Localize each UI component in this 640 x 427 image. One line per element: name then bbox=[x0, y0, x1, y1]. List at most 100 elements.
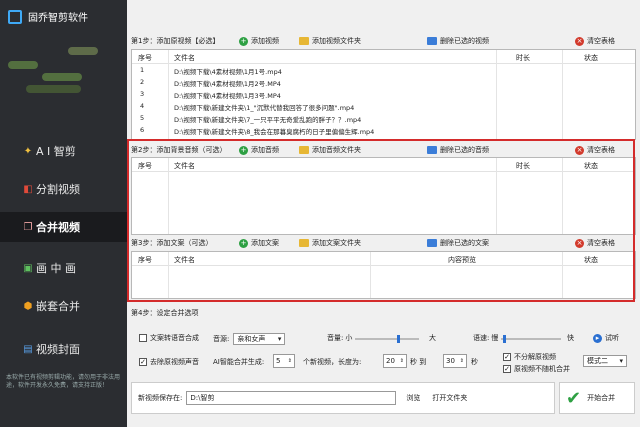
table-row[interactable]: 5 D:\视频下载\新建文件夹\7_一只平平无奇爱乱跑的胖子？？.mp4 bbox=[132, 112, 635, 124]
delete-selected-audio-button[interactable]: 删除已选的音频 bbox=[427, 145, 489, 155]
speed-fast-label: 快 bbox=[567, 334, 574, 342]
step4-label: 第4步：设定合并选项 bbox=[131, 309, 199, 317]
speed-slider-knob[interactable] bbox=[503, 335, 506, 343]
sidebar-item-pip[interactable]: ▣ 画 中 画 bbox=[0, 253, 127, 283]
col-index: 序号 bbox=[138, 54, 152, 62]
blur-chip bbox=[8, 61, 38, 69]
sidebar-item-split-video[interactable]: ◧ 分割视频 bbox=[0, 174, 127, 204]
tts-checkbox[interactable]: 文案转语音合成 bbox=[139, 333, 199, 343]
add-audio-folder-button[interactable]: 添加音频文件夹 bbox=[299, 145, 361, 155]
open-folder-button[interactable]: 打开文件夹 bbox=[432, 393, 467, 403]
col-filename: 文件名 bbox=[174, 256, 195, 264]
checkbox-box: ✓ bbox=[503, 353, 511, 361]
add-copy-folder-label: 添加文案文件夹 bbox=[312, 239, 361, 247]
voice-source: 音源: 亲和女声 ▾ bbox=[213, 333, 286, 345]
delete-selected-video-button[interactable]: 删除已选的视频 bbox=[427, 36, 489, 46]
sidebar-item-label: 画 中 画 bbox=[36, 262, 76, 275]
check-icon: ✔ bbox=[566, 387, 582, 409]
clear-video-table-button[interactable]: × 清空表格 bbox=[575, 36, 615, 46]
plus-icon: + bbox=[239, 238, 248, 248]
length-max-stepper[interactable]: 30 ⇕ bbox=[443, 354, 467, 368]
sidebar-item-label: 视频封面 bbox=[36, 343, 80, 356]
mode-select[interactable]: 模式二 ▾ bbox=[583, 355, 627, 367]
delete-selected-copy-label: 删除已选的文案 bbox=[440, 239, 489, 247]
add-video-folder-button[interactable]: 添加视频文件夹 bbox=[299, 36, 361, 46]
length-min-stepper[interactable]: 20 ⇕ bbox=[383, 354, 407, 368]
blur-chip bbox=[42, 73, 82, 81]
blurred-ad-area bbox=[8, 33, 119, 108]
col-status: 状态 bbox=[584, 162, 598, 170]
save-label: 新视频保存在: bbox=[138, 394, 183, 402]
volume-slider-knob[interactable] bbox=[397, 335, 400, 343]
voice-label: 音源: bbox=[213, 335, 230, 343]
count-label-wrap: 个新视频，长度为: bbox=[303, 357, 361, 367]
ai-gen-label-wrap: AI智能合并生成: bbox=[213, 357, 264, 367]
row-filename: D:\视频下载\新建文件夹\8_我会在那暮臭腐朽的日子里偏偏生辉.mp4 bbox=[174, 128, 375, 136]
title-bar: 固乔智剪软件 bbox=[0, 0, 127, 33]
stepper-arrows-icon: ⇕ bbox=[287, 358, 292, 364]
screen-icon bbox=[427, 146, 437, 154]
col-duration: 时长 bbox=[516, 54, 530, 62]
plus-icon: + bbox=[239, 145, 248, 155]
no-split-checkbox[interactable]: ✓ 不分解原视频 bbox=[503, 352, 556, 362]
save-path-input[interactable]: D:\智剪 bbox=[186, 391, 397, 405]
clear-copy-table-button[interactable]: × 清空表格 bbox=[575, 238, 615, 248]
table-row[interactable]: 2 D:\视频下载\4素材视频\1月2号.MP4 bbox=[132, 76, 635, 88]
mode-value: 模式二 bbox=[587, 357, 608, 365]
save-row: 新视频保存在: D:\智剪 浏览 打开文件夹 bbox=[131, 382, 555, 414]
browse-button[interactable]: 浏览 bbox=[406, 393, 420, 403]
sidebar-item-video-cover[interactable]: ▤ 视频封面 bbox=[0, 334, 127, 364]
clear-audio-table-button[interactable]: × 清空表格 bbox=[575, 145, 615, 155]
volume-big-label: 大 bbox=[429, 334, 436, 342]
main-panel: 第1步：添加原视频【必选】 + 添加视频 添加视频文件夹 删除已选的视频 × 清空表… bbox=[127, 0, 640, 427]
count-label: 个新视频，长度为: bbox=[303, 358, 362, 366]
delete-selected-copy-button[interactable]: 删除已选的文案 bbox=[427, 238, 489, 248]
picture-in-picture-icon: ▣ bbox=[23, 262, 33, 274]
start-merge-button[interactable]: ✔ 开始合并 bbox=[559, 382, 635, 414]
copy-table: 序号 文件名 内容预览 状态 bbox=[131, 251, 636, 299]
no-random-checkbox[interactable]: ✓ 原视频不随机合并 bbox=[503, 364, 570, 374]
ai-gen-count-stepper[interactable]: 5 ⇕ bbox=[273, 354, 295, 368]
sidebar-item-label: 分割视频 bbox=[36, 183, 80, 196]
voice-select[interactable]: 亲和女声 ▾ bbox=[233, 333, 286, 345]
plus-icon: + bbox=[239, 36, 248, 46]
row-index: 1 bbox=[140, 66, 145, 74]
add-video-button[interactable]: + 添加视频 bbox=[239, 36, 279, 46]
row-index: 6 bbox=[140, 126, 145, 134]
col-index: 序号 bbox=[138, 256, 152, 264]
table-row[interactable]: 3 D:\视频下载\4素材视频\1月3号.MP4 bbox=[132, 88, 635, 100]
nest-shield-icon: ⬢ bbox=[23, 300, 33, 312]
col-status: 状态 bbox=[584, 54, 598, 62]
table-row[interactable]: 4 D:\视频下载\新建文件夹\1_"沉默代替我回答了很多问题".mp4 bbox=[132, 100, 635, 112]
sidebar-item-ai-edit[interactable]: ✦ A I 智剪 bbox=[0, 136, 127, 166]
ai-gen-label: AI智能合并生成: bbox=[213, 358, 265, 366]
speed-slow-label: 慢 bbox=[491, 334, 499, 342]
table-row[interactable]: 1 D:\视频下载\4素材视频\1月1号.mp4 bbox=[132, 64, 635, 76]
speed-fast: 快 bbox=[567, 333, 574, 343]
close-icon: × bbox=[575, 238, 584, 248]
volume-label: 音量: bbox=[327, 334, 344, 342]
add-audio-button[interactable]: + 添加音频 bbox=[239, 145, 279, 155]
col-duration: 时长 bbox=[516, 162, 530, 170]
step2-label: 第2步：添加背景音频（可选） bbox=[131, 146, 227, 154]
folder-icon bbox=[299, 239, 309, 247]
mute-original-checkbox[interactable]: ✓ 去除原视频声音 bbox=[139, 357, 199, 367]
speed-slider[interactable] bbox=[501, 335, 561, 343]
step3-label: 第3步：添加文案（可选） bbox=[131, 239, 213, 247]
add-copy-button[interactable]: + 添加文案 bbox=[239, 238, 279, 248]
table-row[interactable]: 6 D:\视频下载\新建文件夹\8_我会在那暮臭腐朽的日子里偏偏生辉.mp4 bbox=[132, 124, 635, 136]
column-divider bbox=[562, 158, 563, 234]
add-audio-label: 添加音频 bbox=[251, 146, 279, 154]
preview-button[interactable]: ▸ 试听 bbox=[593, 333, 619, 343]
sidebar-item-merge-video[interactable]: ❐ 合并视频 bbox=[0, 212, 127, 242]
blur-chip bbox=[68, 47, 98, 55]
sec-to-wrap: 秒 到 bbox=[410, 357, 426, 367]
volume-slider[interactable] bbox=[355, 335, 419, 343]
sidebar-item-nest-merge[interactable]: ⬢ 嵌套合并 bbox=[0, 291, 127, 321]
checkbox-box: ✓ bbox=[139, 358, 147, 366]
video-table-header: 序号 文件名 时长 状态 bbox=[132, 50, 635, 64]
add-copy-label: 添加文案 bbox=[251, 239, 279, 247]
add-copy-folder-button[interactable]: 添加文案文件夹 bbox=[299, 238, 361, 248]
audio-table-header: 序号 文件名 时长 状态 bbox=[132, 158, 635, 172]
chevron-down-icon: ▾ bbox=[277, 335, 282, 343]
